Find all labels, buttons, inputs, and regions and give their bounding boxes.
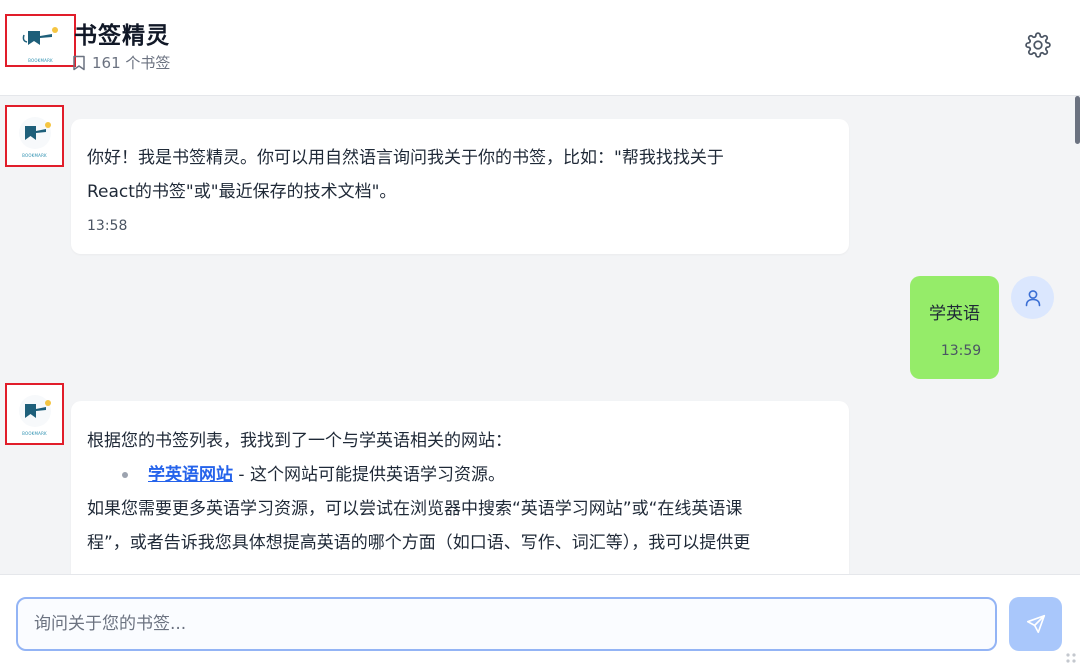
user-message: 学英语 13:59 — [910, 276, 999, 379]
app-header: BOOKMARK 书签精灵 161 个书签 — [0, 0, 1080, 96]
bot-message: 你好！我是书签精灵。你可以用自然语言询问我关于你的书签，比如："帮我找找关于 R… — [71, 119, 849, 254]
bookmark-icon — [73, 55, 85, 70]
bullet-dot — [122, 472, 128, 478]
bot-message: 根据您的书签列表，我找到了一个与学英语相关的网站： 学英语网站 - 这个网站可能… — [71, 401, 849, 591]
bookmark-count: 161 个书签 — [72, 52, 170, 73]
list-item: 学英语网站 - 这个网站可能提供英语学习资源。 — [87, 458, 837, 492]
bookmark-genie-logo-icon — [18, 395, 51, 427]
send-icon — [1026, 614, 1045, 634]
link-description: - 这个网站可能提供英语学习资源。 — [233, 465, 505, 485]
logo-caption: BOOKMARK — [22, 431, 47, 436]
user-icon — [1025, 289, 1040, 306]
settings-button[interactable] — [1020, 27, 1056, 63]
scrollbar-thumb[interactable] — [1075, 96, 1080, 144]
logo-caption: BOOKMARK — [28, 57, 53, 63]
logo-caption: BOOKMARK — [22, 153, 47, 158]
bookmark-genie-logo-icon — [22, 26, 58, 45]
message-text: 学英语 — [929, 304, 980, 324]
user-avatar — [1011, 276, 1054, 319]
bookmark-count-label: 161 个书签 — [92, 54, 171, 72]
message-time: 13:59 — [940, 343, 982, 359]
message-text-line: 根据您的书签列表，我找到了一个与学英语相关的网站： — [87, 431, 512, 451]
message-text-line: 如果您需要更多英语学习资源，可以尝试在浏览器中搜索“英语学习网站”或“在线英语课 — [87, 499, 743, 519]
bookmark-genie-logo-icon — [18, 117, 51, 149]
bot-avatar: BOOKMARK — [5, 383, 64, 445]
message-text-line: 你好！我是书签精灵。你可以用自然语言询问我关于你的书签，比如："帮我找找关于 — [87, 148, 724, 168]
message-text-line: React的书签"或"最近保存的技术文档"。 — [87, 182, 397, 202]
bookmark-link[interactable]: 学英语网站 — [148, 458, 233, 492]
app-title: 书签精灵 — [74, 23, 170, 49]
send-button[interactable] — [1009, 597, 1062, 651]
app-logo: BOOKMARK — [5, 14, 76, 67]
bot-avatar: BOOKMARK — [5, 105, 64, 167]
gear-icon — [1025, 32, 1051, 58]
message-text-line: 程”，或者告诉我您具体想提高英语的哪个方面（如口语、写作、词汇等），我可以提供更 — [87, 533, 751, 553]
chat-footer — [0, 574, 1080, 667]
chat-input[interactable] — [16, 597, 997, 651]
message-time: 13:58 — [87, 218, 128, 234]
resize-grip-icon[interactable] — [1064, 651, 1078, 665]
